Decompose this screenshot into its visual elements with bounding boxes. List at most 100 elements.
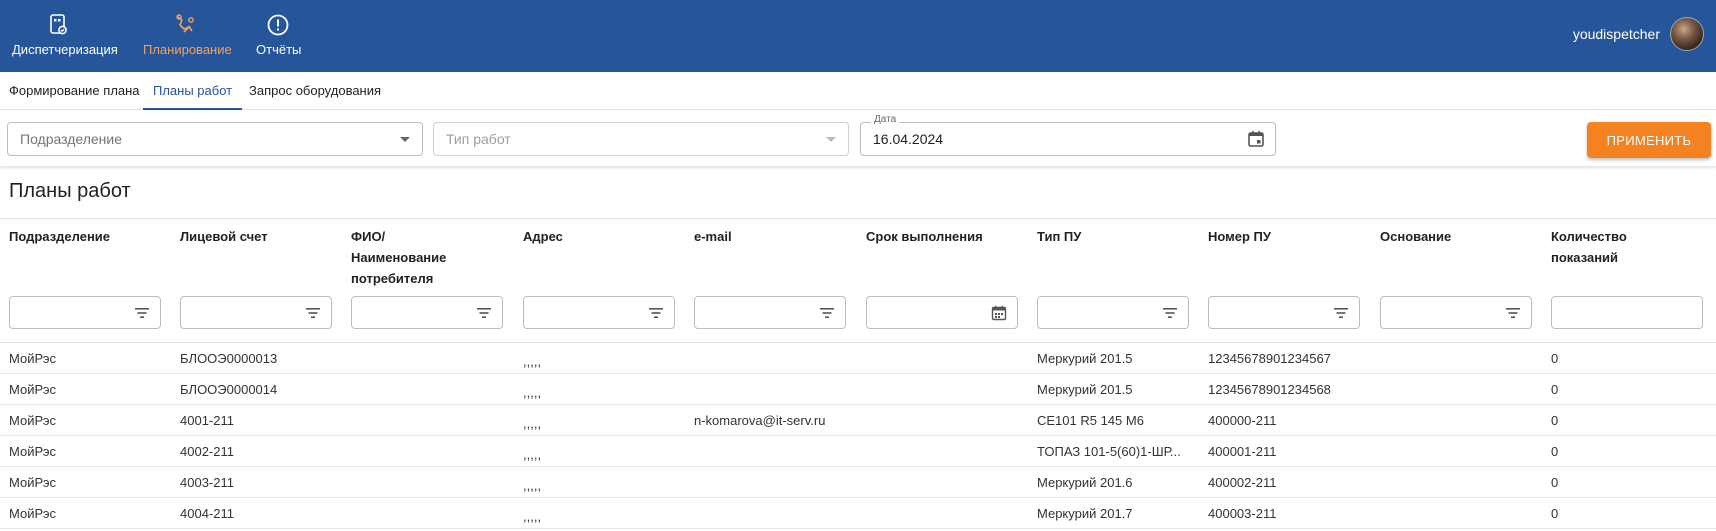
table-cell: Меркурий 201.7 [1037,506,1133,521]
filter-icon[interactable] [648,306,664,320]
page-title: Планы работ [9,180,131,202]
column-header: Адрес [523,229,563,244]
table-cell: 0 [1551,475,1559,490]
row-divider [0,497,1716,498]
column-header: e-mail [694,229,732,244]
nav-item-dispatch[interactable]: Диспетчеризация [12,12,118,64]
row-divider [0,528,1716,529]
sub-tabs: Формирование плана Планы работ Запрос об… [0,72,1716,110]
table-cell: ТОПАЗ 101-5(60)1-ШР... [1037,444,1181,459]
table-cell: 400002-211 [1208,475,1277,490]
column-filter-input[interactable] [1380,296,1532,329]
table-cell: n-komarova@it-serv.ru [694,413,826,428]
table-cell: МойРэс [9,382,56,397]
filter-icon[interactable] [134,306,150,320]
filter-icon[interactable] [305,306,321,320]
date-value: 16.04.2024 [873,131,944,147]
user-name: youdispetcher [1572,26,1660,42]
date-field[interactable]: Дата 16.04.2024 [860,114,1276,156]
tab-plan-forming[interactable]: Формирование плана [9,72,140,110]
divider [0,342,1716,343]
filter-icon[interactable] [1505,306,1521,320]
table-cell: БЛООЭ0000014 [180,382,278,397]
filter-icon[interactable] [1333,306,1349,320]
table-cell: МойРэс [9,506,56,521]
column-filter-input[interactable] [1551,296,1703,329]
table-cell: 400001-211 [1208,444,1277,459]
row-divider [0,435,1716,436]
table-cell: ,,,,, [523,447,542,462]
column-header: Лицевой счет [180,229,268,244]
filter-icon[interactable] [819,306,835,320]
column-filter-input[interactable] [1208,296,1360,329]
nav-item-label: Отчёты [256,42,302,57]
table-cell: МойРэс [9,444,56,459]
column-header: Подразделение [9,229,111,244]
table-cell: МойРэс [9,351,56,366]
table-cell: Меркурий 201.5 [1037,382,1133,397]
column-header: Срок выполнения [866,229,983,244]
table-cell: 0 [1551,351,1559,366]
table-cell: ,,,,, [523,478,542,493]
column-header: Номер ПУ [1208,229,1271,244]
top-bar: Диспетчеризация Планирование Отчёты youd… [0,0,1716,72]
planning-icon [176,14,194,33]
tab-equipment-request[interactable]: Запрос оборудования [249,72,381,110]
user-menu[interactable]: youdispetcher [1573,14,1704,54]
column-header: ФИО/ Наименование потребителя [351,229,447,286]
table-cell: Меркурий 201.6 [1037,475,1133,490]
column-filter-input[interactable] [351,296,503,329]
calendar-icon[interactable] [1247,130,1265,148]
column-header: Тип ПУ [1037,229,1082,244]
dispatch-icon [50,14,67,35]
table-cell: 0 [1551,382,1559,397]
nav-item-planning[interactable]: Планирование [143,12,232,64]
table-cell: ,,,,, [523,354,542,369]
avatar[interactable] [1670,17,1704,51]
worktype-placeholder: Тип работ [446,131,511,147]
division-select[interactable]: Подразделение [7,122,423,156]
table-cell: ,,,,, [523,385,542,400]
table-cell: ,,,,, [523,509,542,524]
date-label: Дата [871,114,900,126]
column-header: Количество показаний [1551,229,1627,265]
filter-bar: Подразделение Тип работ Дата 16.04.2024 … [0,110,1716,166]
table-cell: БЛООЭ0000013 [180,351,278,366]
filter-icon[interactable] [1162,306,1178,320]
table-cell: 4001-211 [180,413,234,428]
table-cell: 12345678901234567 [1208,351,1331,366]
chevron-down-icon [400,137,410,142]
table-cell: 4003-211 [180,475,234,490]
row-divider [0,404,1716,405]
table-cell: 4002-211 [180,444,234,459]
column-filter-input[interactable] [9,296,161,329]
table-cell: 0 [1551,444,1559,459]
calendar-icon[interactable] [991,305,1007,321]
reports-icon [267,14,289,36]
table-cell: 400003-211 [1208,506,1277,521]
column-filter-input[interactable] [1037,296,1189,329]
table-cell: 0 [1551,506,1559,521]
column-header: Основание [1380,229,1452,244]
division-placeholder: Подразделение [20,131,123,147]
row-divider [0,373,1716,374]
table-cell: МойРэс [9,475,56,490]
column-filter-input[interactable] [866,296,1018,329]
table-cell: ,,,,, [523,416,542,431]
apply-button[interactable]: Применить [1587,122,1711,158]
column-filter-input[interactable] [694,296,846,329]
tab-work-plans[interactable]: Планы работ [143,72,243,110]
table-cell: Меркурий 201.5 [1037,351,1133,366]
column-filter-input[interactable] [180,296,332,329]
worktype-select[interactable]: Тип работ [433,122,849,156]
column-filter-input[interactable] [523,296,675,329]
nav-item-label: Планирование [143,42,232,57]
table-cell: МойРэс [9,413,56,428]
table-cell: 4004-211 [180,506,234,521]
filter-icon[interactable] [476,306,492,320]
nav-item-reports[interactable]: Отчёты [256,12,302,64]
divider [0,218,1716,219]
table-cell: 0 [1551,413,1559,428]
row-divider [0,466,1716,467]
table-cell: CE101 R5 145 M6 [1037,413,1144,428]
